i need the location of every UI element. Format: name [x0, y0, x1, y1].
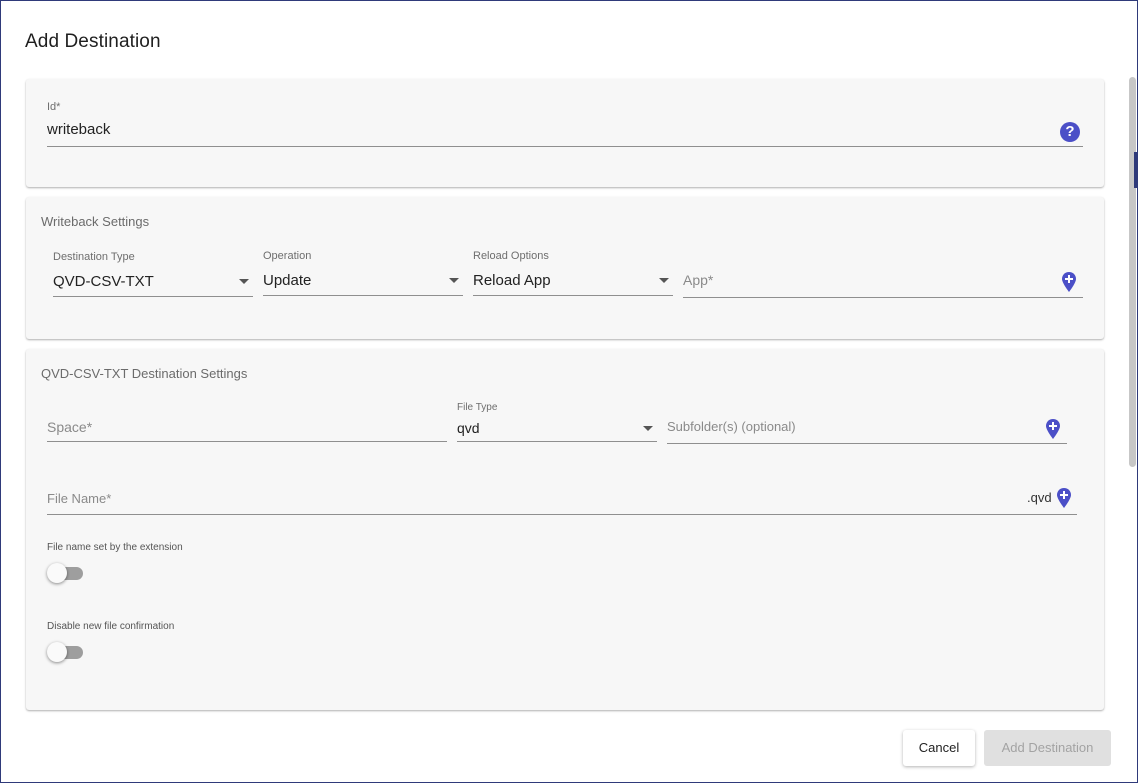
scrollbar-thumb[interactable] — [1129, 77, 1136, 467]
file-name-input[interactable]: File Name* .qvd — [47, 479, 1077, 515]
background-edge — [1134, 152, 1138, 188]
id-label: Id* — [47, 101, 61, 113]
question-circle-icon[interactable]: ? — [1060, 122, 1080, 142]
file-name-by-extension-label: File name set by the extension — [47, 542, 183, 553]
add-pin-icon[interactable] — [1057, 488, 1071, 508]
subfolder-placeholder: Subfolder(s) (optional) — [667, 419, 796, 434]
subfolder-input[interactable]: Subfolder(s) (optional) — [667, 407, 1067, 444]
reload-options-select[interactable]: Reload Options Reload App — [473, 250, 673, 296]
space-underline — [47, 441, 447, 442]
cancel-button[interactable]: Cancel — [903, 730, 975, 766]
toggle-knob — [47, 642, 67, 662]
chevron-down-icon — [659, 278, 669, 283]
destination-type-underline — [53, 296, 253, 297]
operation-label: Operation — [263, 250, 312, 262]
file-name-by-extension-toggle[interactable] — [47, 563, 85, 583]
disable-confirmation-label: Disable new file confirmation — [47, 621, 175, 632]
dialog-title: Add Destination — [25, 31, 161, 52]
id-field[interactable]: Id* writeback ? — [47, 99, 1083, 147]
chevron-down-icon — [643, 426, 653, 431]
file-name-underline — [47, 514, 1077, 515]
add-destination-button[interactable]: Add Destination — [984, 730, 1111, 766]
destination-type-select[interactable]: Destination Type QVD-CSV-TXT — [53, 251, 253, 297]
chevron-down-icon — [449, 278, 459, 283]
app-input[interactable]: App* — [683, 250, 1083, 298]
add-pin-icon[interactable] — [1062, 272, 1076, 292]
space-placeholder: Space* — [47, 419, 93, 435]
operation-select[interactable]: Operation Update — [263, 250, 463, 296]
id-value[interactable]: writeback — [47, 121, 110, 138]
id-underline — [47, 146, 1083, 147]
app-placeholder: App* — [683, 272, 714, 288]
file-type-select[interactable]: File Type qvd — [457, 402, 657, 442]
writeback-settings-title: Writeback Settings — [41, 214, 150, 229]
destination-type-label: Destination Type — [53, 251, 135, 263]
destination-settings-title: QVD-CSV-TXT Destination Settings — [41, 366, 248, 381]
reload-options-value: Reload App — [473, 272, 551, 289]
file-type-label: File Type — [457, 402, 498, 413]
file-name-suffix: .qvd — [1027, 490, 1052, 505]
destination-type-value: QVD-CSV-TXT — [53, 273, 154, 290]
writeback-settings-card: Writeback Settings Destination Type QVD-… — [26, 197, 1104, 339]
reload-options-underline — [473, 295, 673, 296]
subfolder-underline — [667, 443, 1067, 444]
add-destination-dialog: Add Destination Id* writeback ? Writebac… — [0, 0, 1138, 783]
file-type-value: qvd — [457, 420, 480, 436]
operation-underline — [263, 295, 463, 296]
operation-value: Update — [263, 272, 312, 289]
destination-settings-card: QVD-CSV-TXT Destination Settings Space* … — [26, 349, 1104, 710]
app-underline — [683, 297, 1083, 298]
chevron-down-icon — [239, 279, 249, 284]
add-pin-icon[interactable] — [1046, 419, 1060, 439]
disable-confirmation-toggle[interactable] — [47, 642, 85, 662]
id-card: Id* writeback ? — [26, 79, 1104, 187]
toggle-knob — [47, 563, 67, 583]
space-input[interactable]: Space* — [47, 407, 447, 442]
file-name-placeholder: File Name* — [47, 491, 112, 506]
reload-options-label: Reload Options — [473, 250, 549, 262]
file-type-underline — [457, 441, 657, 442]
